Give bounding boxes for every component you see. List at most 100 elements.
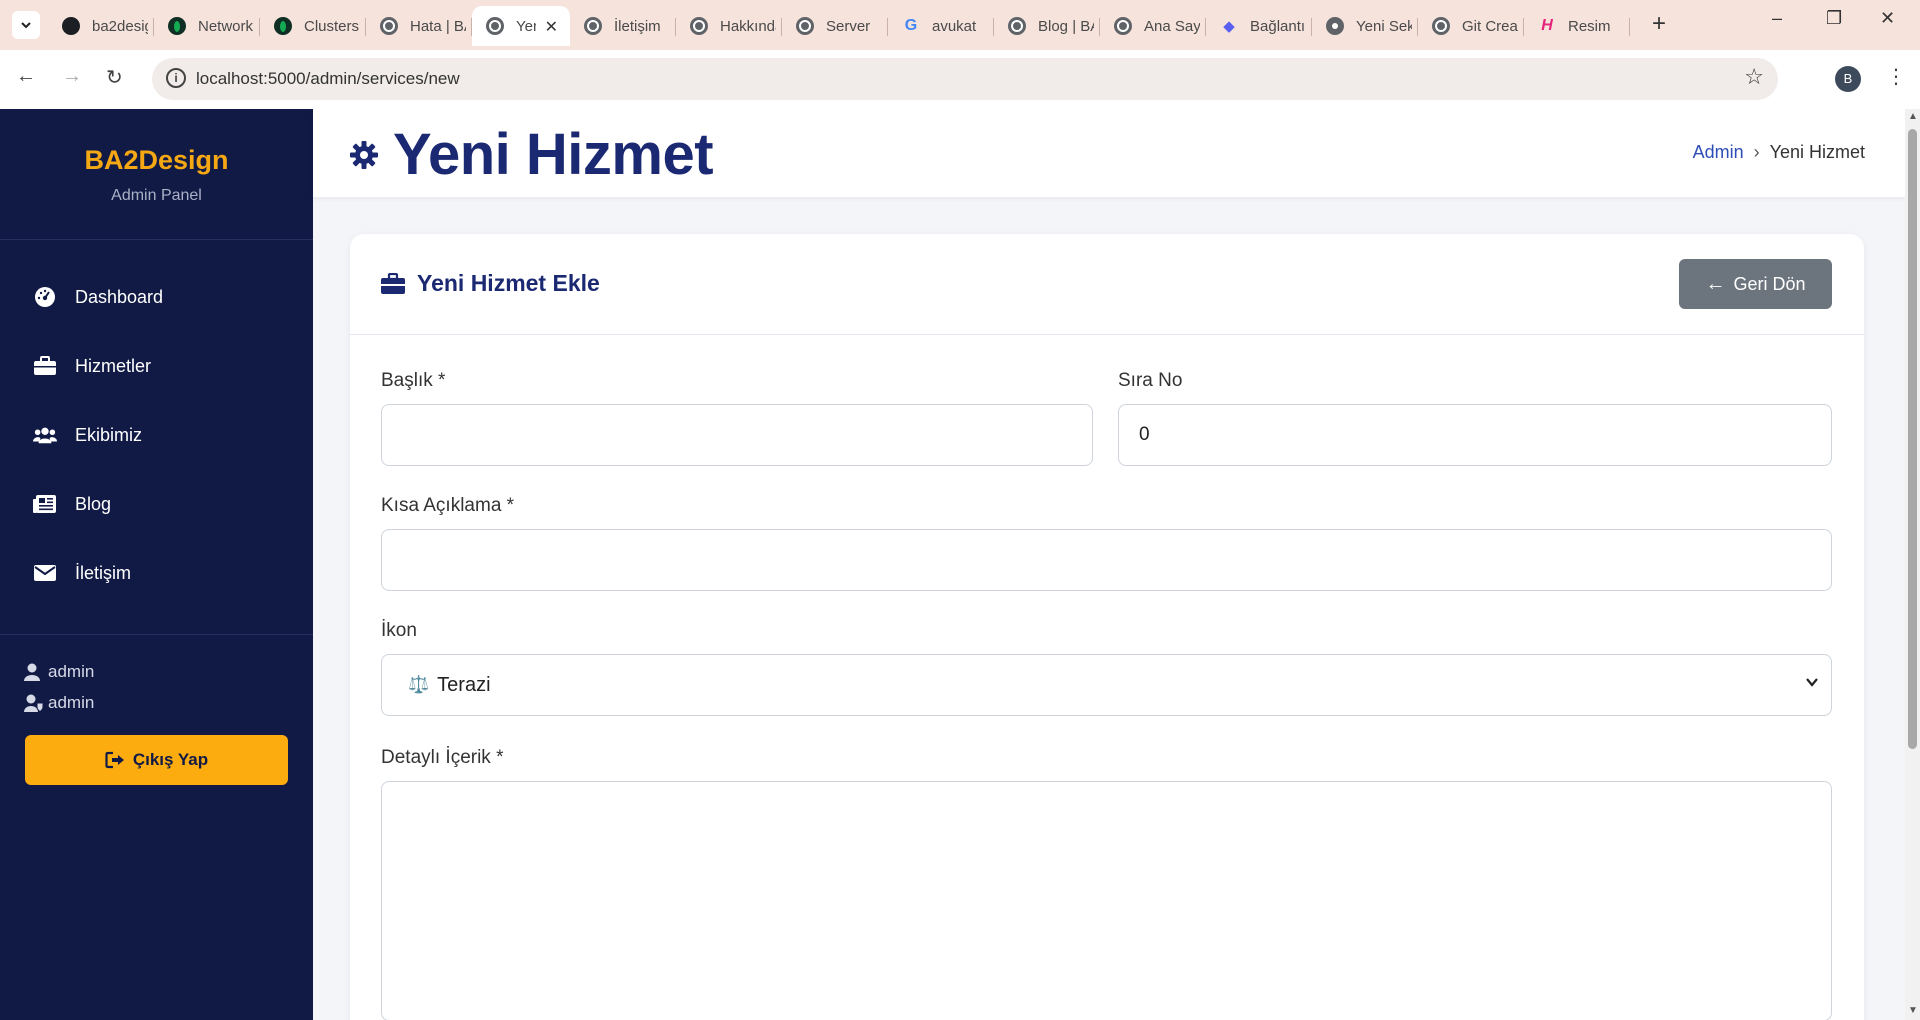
page-title-text: Yeni Hizmet	[393, 122, 714, 187]
browser-tab-title: Yeni Sekme	[1356, 17, 1412, 35]
browser-tab[interactable]: Yeni ✕	[472, 6, 570, 46]
chrome-icon	[1326, 17, 1344, 35]
close-tab-icon[interactable]: ✕	[545, 17, 558, 37]
card-title-text: Yeni Hizmet Ekle	[417, 270, 600, 296]
globe-icon	[796, 17, 814, 35]
browser-tab[interactable]: Hakkında	[676, 6, 782, 46]
browser-toolbar: ← → ↻ i localhost:5000/admin/services/ne…	[0, 50, 1920, 109]
icon-select[interactable]: ⚖️ Terazi	[381, 654, 1832, 716]
browser-tab[interactable]: İletişim	[570, 6, 676, 46]
breadcrumb-current: Yeni Hizmet	[1769, 142, 1865, 162]
browser-tab-title: Clusters	[304, 17, 360, 35]
browser-tab[interactable]: ba2design	[48, 6, 154, 46]
sidebar-item-ekibimiz[interactable]: Ekibimiz	[0, 407, 313, 463]
globe-icon	[584, 17, 602, 35]
browser-tab[interactable]: Network	[154, 6, 260, 46]
browser-tab[interactable]: Gavukat	[888, 6, 994, 46]
scrollbar-thumb[interactable]	[1908, 129, 1917, 749]
back-button-label: Geri Dön	[1733, 273, 1806, 294]
user-role-text: admin	[48, 693, 95, 712]
browser-tab[interactable]: Clusters	[260, 6, 366, 46]
content-label: Detaylı İçerik *	[381, 747, 504, 768]
chevron-down-icon	[1806, 678, 1818, 687]
logout-button[interactable]: Çıkış Yap	[25, 735, 288, 785]
leaf-icon	[274, 17, 292, 35]
page-scrollbar[interactable]: ▲ ▼	[1905, 109, 1920, 1020]
brand-subtitle: Admin Panel	[111, 187, 202, 204]
address-url[interactable]: localhost:5000/admin/services/new	[196, 69, 460, 89]
sidebar-divider	[0, 239, 313, 240]
scroll-down-icon[interactable]: ▼	[1908, 1005, 1918, 1016]
browser-tab-title: Hata | BA2	[410, 17, 466, 35]
sidebar: BA2Design Admin Panel Dashboard Hizmetle…	[0, 109, 313, 1020]
restore-button[interactable]: ❐	[1826, 8, 1842, 29]
browser-tab[interactable]: ◆ Bağlantı	[1206, 6, 1312, 46]
profile-avatar[interactable]: B	[1835, 66, 1861, 92]
site-info-icon[interactable]: i	[166, 68, 186, 88]
title-input[interactable]	[381, 404, 1093, 466]
browser-tab-title: Bağlantı	[1250, 17, 1306, 35]
icon-select-value: Terazi	[437, 673, 491, 696]
sidebar-item-label: Ekibimiz	[75, 424, 143, 445]
new-tab-button[interactable]: +	[1652, 10, 1666, 38]
browser-tab[interactable]: Ana Sayfa	[1100, 6, 1206, 46]
forward-nav-button[interactable]: →	[62, 65, 82, 88]
newspaper-icon	[33, 492, 57, 516]
leaf-icon	[168, 17, 186, 35]
h-icon: H	[1541, 17, 1553, 34]
page-header: Yeni Hizmet Admin › Yeni Hizmet	[313, 109, 1905, 197]
browser-tab[interactable]: H Resim	[1524, 6, 1630, 46]
globe-icon	[1114, 17, 1132, 35]
browser-tab[interactable]: Git Create	[1418, 6, 1524, 46]
dashboard-icon	[33, 285, 57, 309]
back-nav-button[interactable]: ←	[16, 65, 36, 88]
sidebar-item-iletisim[interactable]: İletişim	[0, 545, 313, 601]
sign-out-icon	[105, 751, 125, 769]
address-bar[interactable]: i localhost:5000/admin/services/new ☆	[152, 58, 1778, 100]
content-textarea[interactable]	[381, 781, 1832, 1020]
bookmark-star-icon[interactable]: ☆	[1744, 64, 1764, 90]
chevron-down-icon	[21, 22, 31, 29]
logout-label: Çıkış Yap	[132, 750, 209, 769]
browser-tab-title: Git Create	[1462, 17, 1518, 35]
browser-tab[interactable]: Server	[782, 6, 888, 46]
sidebar-item-blog[interactable]: Blog	[0, 476, 313, 532]
user-icon	[24, 663, 42, 681]
order-input[interactable]	[1118, 404, 1832, 466]
browser-tab-title: Yeni	[516, 17, 536, 35]
icon-label: İkon	[381, 620, 417, 641]
browser-tab-title: Server	[826, 17, 871, 35]
tab-search-button[interactable]	[12, 11, 40, 39]
browser-tab-title: Resim	[1568, 17, 1611, 35]
scroll-up-icon[interactable]: ▲	[1908, 111, 1918, 122]
browser-tabs: ba2design Network Clusters Hata | BA2 Yeni ✕ İ…	[48, 6, 1630, 50]
browser-tab[interactable]: Yeni Sekme	[1312, 6, 1418, 46]
breadcrumb-admin-link[interactable]: Admin	[1693, 142, 1744, 163]
globe-icon	[1008, 17, 1026, 35]
reload-button[interactable]: ↻	[106, 65, 123, 90]
brand-logo-text[interactable]: BA2Design	[0, 145, 313, 176]
browser-tab[interactable]: Blog | BA2	[994, 6, 1100, 46]
card-header: Yeni Hizmet Ekle ← Geri Dön	[350, 234, 1864, 335]
close-window-button[interactable]: ✕	[1880, 8, 1895, 29]
sidebar-item-label: Blog	[75, 493, 112, 514]
globe-icon	[486, 17, 504, 35]
sidebar-item-dashboard[interactable]: Dashboard	[0, 269, 313, 325]
user-name-text: admin	[48, 662, 95, 681]
browser-tab-title: ba2design	[92, 17, 148, 35]
breadcrumb-chevron-icon: ›	[1753, 142, 1760, 162]
sidebar-divider	[0, 634, 313, 635]
minimize-button[interactable]: –	[1772, 8, 1782, 29]
user-name: admin	[24, 662, 94, 682]
browser-menu-icon[interactable]: ⋮	[1886, 64, 1906, 89]
globe-icon	[380, 17, 398, 35]
briefcase-icon	[381, 272, 405, 295]
short-description-input[interactable]	[381, 529, 1832, 591]
back-button[interactable]: ← Geri Dön	[1679, 259, 1832, 309]
scales-icon: ⚖️	[408, 675, 430, 694]
browser-tab[interactable]: Hata | BA2	[366, 6, 472, 46]
sidebar-item-hizmetler[interactable]: Hizmetler	[0, 338, 313, 394]
users-icon	[33, 423, 57, 447]
breadcrumb: Admin › Yeni Hizmet	[1693, 142, 1865, 163]
sidebar-item-label: Dashboard	[75, 286, 164, 307]
